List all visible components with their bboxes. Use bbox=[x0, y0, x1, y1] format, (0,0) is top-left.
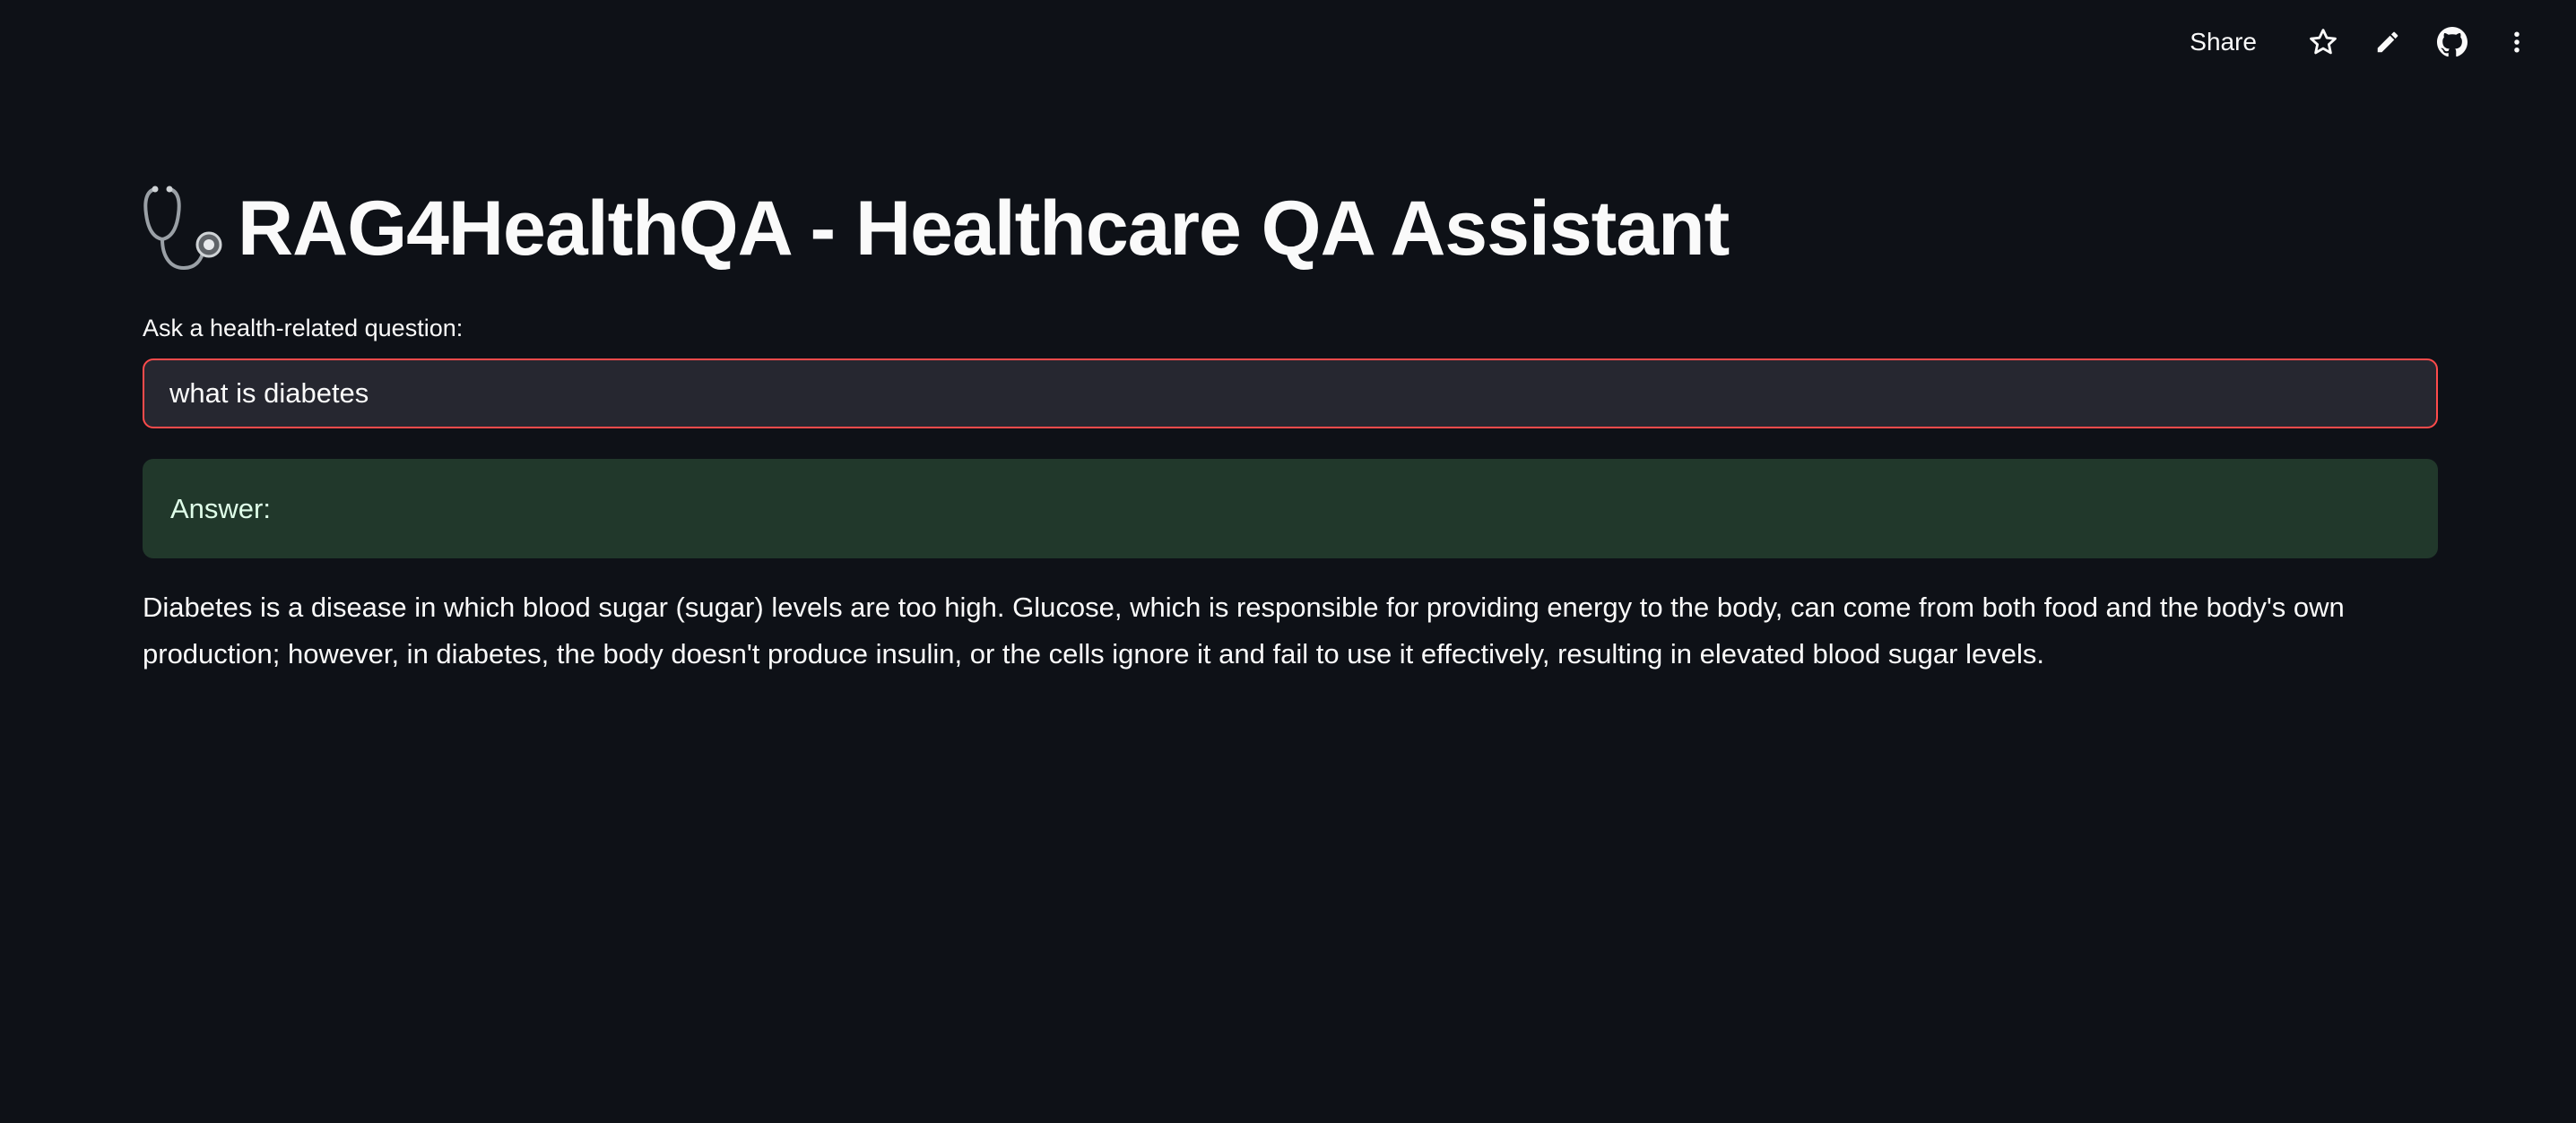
answer-heading: Answer: bbox=[170, 492, 271, 524]
share-button[interactable]: Share bbox=[2190, 28, 2257, 56]
question-label: Ask a health-related question: bbox=[143, 315, 464, 341]
star-icon bbox=[2310, 29, 2337, 55]
page-title: RAG4HealthQA - Healthcare QA Assistant bbox=[238, 185, 1730, 272]
main-menu-button[interactable] bbox=[2485, 10, 2549, 74]
github-icon bbox=[2437, 27, 2468, 57]
page-title-row: RAG4HealthQA - Healthcare QA Assistant bbox=[143, 179, 1730, 278]
more-vert-icon bbox=[2514, 31, 2520, 53]
answer-alert: Answer: bbox=[143, 459, 2438, 558]
edit-button[interactable] bbox=[2355, 10, 2420, 74]
github-button[interactable] bbox=[2420, 10, 2485, 74]
star-button[interactable] bbox=[2291, 10, 2355, 74]
stethoscope-icon bbox=[143, 186, 222, 271]
app-toolbar: Share bbox=[2190, 0, 2576, 84]
question-input[interactable] bbox=[168, 376, 2436, 410]
answer-text: Diabetes is a disease in which blood sug… bbox=[143, 592, 2345, 669]
pencil-icon bbox=[2377, 31, 2398, 53]
question-input-container bbox=[143, 358, 2438, 428]
